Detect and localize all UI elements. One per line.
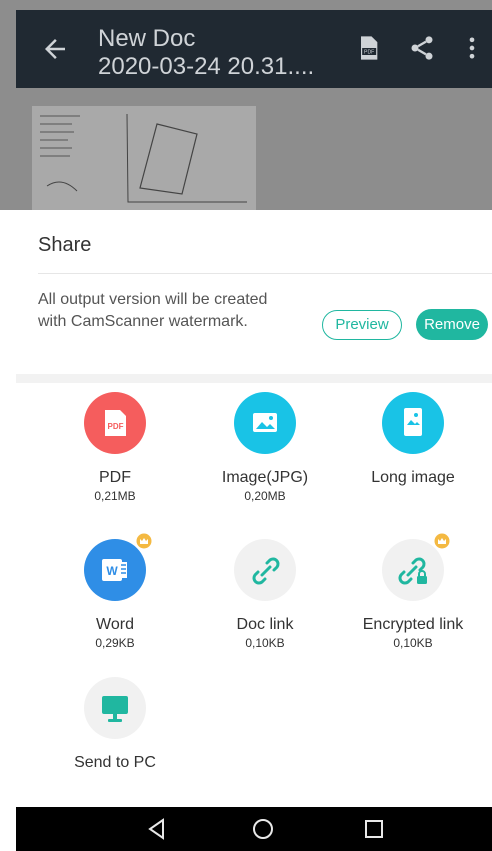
page-thumbnail-sketch <box>32 106 256 210</box>
screen: New Doc 2020-03-24 20.31.... PDF Share A… <box>0 0 492 851</box>
page-thumbnail[interactable] <box>32 106 256 210</box>
long-image-icon <box>382 392 444 454</box>
share-option-word[interactable]: W Word 0,29KB <box>45 533 185 650</box>
share-option-send-to-pc[interactable]: Send to PC <box>45 677 185 772</box>
share-icon[interactable] <box>408 34 436 62</box>
share-option-label: PDF <box>99 469 131 486</box>
word-icon: W <box>84 533 152 601</box>
share-option-label: Long image <box>371 469 455 486</box>
watermark-notice: All output version will be created with … <box>38 291 268 330</box>
remove-watermark-button[interactable]: Remove <box>416 309 488 340</box>
premium-crown-icon <box>136 533 152 549</box>
share-option-doc-link[interactable]: Doc link 0,10KB <box>195 539 335 650</box>
preview-button[interactable]: Preview <box>322 310 402 340</box>
system-navigation-bar <box>16 807 492 851</box>
share-sheet: Share All output version will be created… <box>16 210 492 807</box>
back-triangle-icon[interactable] <box>143 815 171 843</box>
svg-text:W: W <box>106 564 118 578</box>
document-date: 2020-03-24 20.31.... <box>98 53 315 80</box>
premium-crown-icon <box>434 533 450 549</box>
link-icon <box>234 539 296 601</box>
recents-square-icon[interactable] <box>360 815 388 843</box>
pdf-icon: PDF <box>84 392 146 454</box>
section-separator <box>16 374 492 383</box>
home-circle-icon[interactable] <box>249 815 277 843</box>
share-option-encrypted-link[interactable]: Encrypted link 0,10KB <box>343 533 483 650</box>
share-option-long-image[interactable]: Long image <box>343 392 483 487</box>
share-option-size: 0,10KB <box>393 636 433 650</box>
document-background: New Doc 2020-03-24 20.31.... PDF <box>0 0 492 210</box>
document-title: New Doc <box>98 25 196 52</box>
monitor-icon <box>84 677 146 739</box>
share-option-label: Doc link <box>236 616 294 633</box>
share-option-label: Word <box>96 616 134 633</box>
divider <box>38 273 492 274</box>
share-option-size: 0,21MB <box>94 489 136 503</box>
share-sheet-title: Share <box>38 234 92 256</box>
share-option-size: 0,20MB <box>244 489 286 503</box>
share-option-pdf[interactable]: PDF PDF 0,21MB <box>45 392 185 503</box>
share-option-image-jpg[interactable]: Image(JPG) 0,20MB <box>195 392 335 503</box>
pdf-icon[interactable]: PDF <box>354 34 382 62</box>
encrypted-link-icon <box>382 533 450 601</box>
image-icon <box>234 392 296 454</box>
share-option-label: Send to PC <box>74 754 156 771</box>
more-vertical-icon[interactable] <box>458 34 486 62</box>
share-option-size: 0,29KB <box>95 636 135 650</box>
app-bar: New Doc 2020-03-24 20.31.... PDF <box>16 10 492 88</box>
share-option-label: Encrypted link <box>362 616 464 633</box>
share-option-size: 0,10KB <box>245 636 285 650</box>
document-preview-area <box>16 88 492 210</box>
share-option-label: Image(JPG) <box>221 469 309 486</box>
back-arrow-icon[interactable] <box>40 34 70 64</box>
svg-text:PDF: PDF <box>108 422 124 431</box>
svg-text:PDF: PDF <box>364 50 374 56</box>
